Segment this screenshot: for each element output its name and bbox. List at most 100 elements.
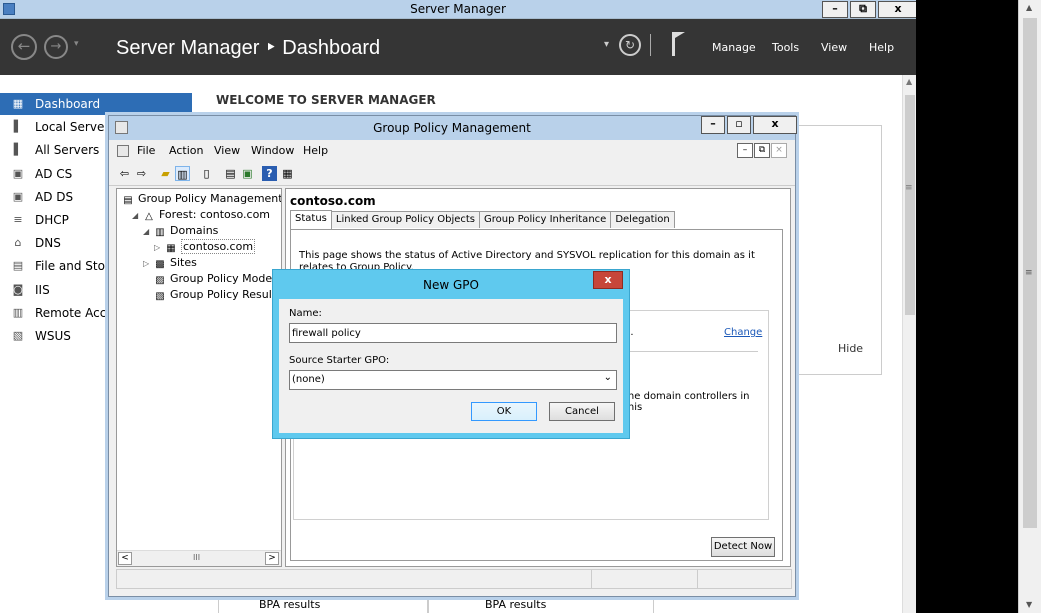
refresh-icon[interactable]: ▣ xyxy=(240,166,255,181)
back-arrow-icon[interactable]: ⇦ xyxy=(117,166,132,181)
show-tree-icon[interactable]: ▥ xyxy=(175,166,190,181)
bpa-tile-1: BPA results xyxy=(218,595,428,613)
refresh-dropdown-icon[interactable]: ▾ xyxy=(604,39,609,50)
mdi-controls: – ⧉ × xyxy=(737,143,787,158)
tree-item-group-policy-management[interactable]: ▤ Group Policy Management xyxy=(121,191,282,207)
domain-heading: contoso.com xyxy=(290,194,376,208)
history-dropdown-icon[interactable]: ▾ xyxy=(74,39,79,49)
tree-item-forest-contoso-com[interactable]: ◢ △ Forest: contoso.com xyxy=(132,207,270,223)
menu-help[interactable]: Help xyxy=(869,41,894,54)
dc-status-fragment: the domain controllers in this xyxy=(624,391,750,413)
tab-delegation[interactable]: Delegation xyxy=(610,211,675,228)
dashboard-icon: ▦ xyxy=(12,97,24,110)
tree-item-label: contoso.com xyxy=(181,239,256,254)
gpm-toolbar: ⇦ ⇨ ▰ ▥ ▯ ▤ ▣ ? ▦ xyxy=(109,162,795,186)
scroll-grip-icon: ≡ xyxy=(905,183,913,193)
notification-flag-icon[interactable] xyxy=(672,32,685,56)
starter-gpo-select[interactable]: (none) ⌄ xyxy=(289,370,617,390)
detect-now-button[interactable]: Detect Now xyxy=(711,537,775,557)
tab-status[interactable]: Status xyxy=(290,210,332,229)
domains-icon: ▥ xyxy=(155,227,165,238)
tree-item-label: Group Policy Management xyxy=(138,192,282,205)
mdi-restore-button[interactable]: ⧉ xyxy=(754,143,770,158)
server-manager-titlebar[interactable]: Server Manager – ⧉ x xyxy=(0,0,916,19)
server-manager-header: ← → ▾ Server Manager ‣ Dashboard ▾ ↻ Man… xyxy=(0,19,916,75)
tree-item-sites[interactable]: ▷ ▩ Sites xyxy=(143,255,197,271)
change-link[interactable]: Change xyxy=(724,327,762,338)
close-button[interactable]: x xyxy=(878,1,916,18)
iis-icon: ◙ xyxy=(12,282,24,296)
gpm-maximize-button[interactable]: ▫ xyxy=(727,116,751,134)
gpm-titlebar[interactable]: Group Policy Management – ▫ x xyxy=(109,116,797,140)
sidebar-item-label: Local Server xyxy=(35,120,110,135)
outer-scrollbar[interactable]: ▲ ≡ ▼ xyxy=(1018,0,1041,613)
bpa-results-label[interactable]: BPA results xyxy=(259,598,320,611)
outer-scroll-up-icon[interactable]: ▲ xyxy=(1026,3,1032,12)
mdi-minimize-button[interactable]: – xyxy=(737,143,753,158)
tree-scroll-right-icon[interactable]: > xyxy=(265,552,279,565)
menu-manage[interactable]: Manage xyxy=(712,41,756,54)
tree-item-domains[interactable]: ◢ ▥ Domains xyxy=(143,223,218,239)
dialog-body: Name: Source Starter GPO: (none) ⌄ OK Ca… xyxy=(279,299,623,433)
tree-scroll-left-icon[interactable]: < xyxy=(118,552,132,565)
name-label: Name: xyxy=(289,308,322,319)
wsus-icon: ▧ xyxy=(12,329,24,342)
scroll-up-icon[interactable]: ▲ xyxy=(906,77,912,86)
sidebar-item-dashboard[interactable]: ▦ Dashboard xyxy=(0,93,192,115)
outer-scroll-grip-icon: ≡ xyxy=(1025,268,1033,278)
menu-window[interactable]: Window xyxy=(251,144,294,157)
outer-scroll-down-icon[interactable]: ▼ xyxy=(1026,600,1032,609)
restore-button[interactable]: ⧉ xyxy=(850,1,876,18)
gpo-name-input[interactable] xyxy=(289,323,617,343)
sidebar-item-label: All Servers xyxy=(35,143,100,158)
background-area xyxy=(916,0,1018,613)
storage-icon: ▤ xyxy=(12,259,24,273)
expand-arrow-icon[interactable]: ▷ xyxy=(143,256,153,272)
gpm-minimize-button[interactable]: – xyxy=(701,116,725,134)
sidebar-item-label: File and Stora xyxy=(35,259,118,274)
bpa-results-label[interactable]: BPA results xyxy=(485,598,546,611)
menu-action[interactable]: Action xyxy=(169,144,203,157)
cancel-button[interactable]: Cancel xyxy=(549,402,615,421)
tree-hscrollbar[interactable]: < III > xyxy=(117,550,281,566)
minimize-button[interactable]: – xyxy=(822,1,848,18)
sidebar-item-label: Dashboard xyxy=(35,97,101,111)
tree-item-group-policy-results[interactable]: ▧ Group Policy Results xyxy=(143,287,281,303)
menu-view[interactable]: View xyxy=(821,41,847,54)
properties-icon[interactable]: ▯ xyxy=(199,166,214,181)
tree-item-group-policy-modelin[interactable]: ▨ Group Policy Modelin xyxy=(143,271,281,287)
menu-help[interactable]: Help xyxy=(303,144,328,157)
ok-button[interactable]: OK xyxy=(471,402,537,421)
welcome-heading: WELCOME TO SERVER MANAGER xyxy=(216,93,436,107)
help-icon[interactable]: ? xyxy=(262,166,277,181)
expand-arrow-icon[interactable]: ▷ xyxy=(154,240,164,256)
mdi-close-button[interactable]: × xyxy=(771,143,787,158)
directory-icon: ▣ xyxy=(12,189,24,203)
scroll-thumb[interactable] xyxy=(905,95,915,315)
refresh-icon[interactable]: ↻ xyxy=(619,34,641,56)
expand-arrow-icon[interactable]: ◢ xyxy=(143,224,153,240)
back-button[interactable]: ← xyxy=(11,34,37,60)
up-folder-icon[interactable]: ▰ xyxy=(158,166,173,181)
menu-tools[interactable]: Tools xyxy=(772,41,799,54)
tab-inheritance[interactable]: Group Policy Inheritance xyxy=(479,211,612,228)
menu-file[interactable]: File xyxy=(137,144,155,157)
tree-item-label: Sites xyxy=(170,256,197,269)
main-scrollbar[interactable]: ▲ ≡ xyxy=(902,75,916,613)
tree-scroll-thumb[interactable]: III xyxy=(193,553,200,562)
starter-gpo-label: Source Starter GPO: xyxy=(289,355,390,366)
show-pane-icon[interactable]: ▦ xyxy=(280,166,295,181)
hide-link[interactable]: Hide xyxy=(838,342,863,355)
dhcp-icon: ≡ xyxy=(13,213,23,226)
dialog-close-button[interactable]: x xyxy=(593,271,623,289)
gpm-close-button[interactable]: x xyxy=(753,116,797,134)
tree-item-label: Domains xyxy=(170,224,219,237)
tree-item-contoso-com[interactable]: ▷ ▦ contoso.com xyxy=(154,239,256,256)
forward-button[interactable]: → xyxy=(44,35,68,59)
menu-view[interactable]: View xyxy=(214,144,240,157)
export-icon[interactable]: ▤ xyxy=(223,166,238,181)
forward-arrow-icon[interactable]: ⇨ xyxy=(134,166,149,181)
expand-arrow-icon[interactable]: ◢ xyxy=(132,208,142,224)
dialog-titlebar[interactable]: New GPO x xyxy=(273,270,629,299)
tab-linked-gpos[interactable]: Linked Group Policy Objects xyxy=(330,211,481,228)
